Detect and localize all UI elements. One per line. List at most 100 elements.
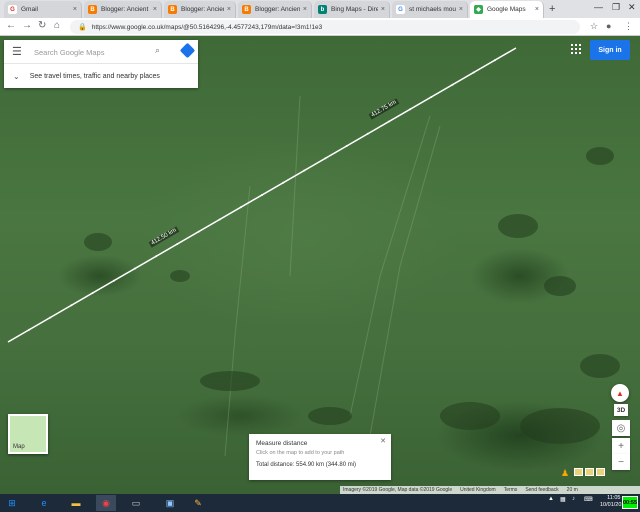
lock-icon: 🔒 (78, 24, 87, 31)
paint-icon[interactable]: ✎ (188, 495, 208, 511)
tab-title: Blogger: Ancient (101, 6, 149, 13)
path-tick (91, 292, 94, 294)
path-tick (218, 218, 221, 221)
browser-tab[interactable]: G Gmail × (4, 1, 82, 18)
search-icon[interactable]: ⌕ (155, 45, 160, 56)
browser-toolbar: ← → ↻ ⌂ 🔒 https://www.google.co.uk/maps/… (0, 18, 640, 36)
browser-tab[interactable]: ◆ Google Maps × (470, 1, 544, 18)
browser-tab[interactable]: B Blogger: Ancient × (238, 1, 312, 18)
path-tick (176, 243, 179, 245)
back-icon[interactable]: ← (6, 20, 16, 31)
browser-tab[interactable]: Gst michaels mou × (392, 1, 468, 18)
browser-tab[interactable]: b Bing Maps - Dire × (314, 1, 390, 18)
tab-close-icon[interactable]: × (535, 6, 539, 13)
shrub-patch (586, 147, 614, 165)
compass-icon[interactable]: ▲ (611, 384, 629, 402)
travel-times-toggle[interactable]: ⌄ See travel times, traffic and nearby p… (4, 64, 198, 88)
search-input[interactable] (34, 45, 149, 59)
shrub-patch (308, 407, 352, 425)
tab-title: Blogger: Ancient (181, 6, 224, 13)
terms-link[interactable]: Terms (504, 487, 518, 493)
ie-icon[interactable]: e (34, 495, 54, 511)
photos-icon[interactable]: ▣ (160, 495, 180, 511)
menu-icon[interactable]: ⋮ (624, 21, 633, 32)
path-tick (303, 169, 306, 172)
sign-in-button[interactable]: Sign in (590, 40, 630, 60)
browser-tab[interactable]: B Blogger: Ancient × (164, 1, 236, 18)
zoom-out-button[interactable]: − (612, 454, 630, 470)
apps-grid-icon[interactable] (571, 44, 581, 54)
tab-close-icon[interactable]: × (73, 6, 77, 13)
path-tick (366, 132, 369, 135)
star-icon[interactable]: ☆ (590, 21, 598, 32)
file-explorer-icon[interactable]: ▬ (66, 495, 86, 511)
track-line (349, 115, 431, 417)
shrub-patch (498, 214, 538, 238)
tab-close-icon[interactable]: × (227, 6, 231, 13)
close-icon[interactable]: ✕ (380, 437, 386, 445)
path-tick (197, 230, 200, 233)
map-attribution: Imagery ©2019 Google, Map data ©2019 Goo… (340, 486, 640, 494)
map-layer-label: Map (13, 444, 25, 450)
tab-favicon-icon: b (318, 5, 327, 14)
path-tick (261, 194, 263, 196)
app-icon[interactable]: ▭ (126, 495, 146, 511)
maximize-icon[interactable]: ❐ (612, 2, 620, 13)
start-icon[interactable]: ⊞ (2, 495, 22, 511)
imagery-thumbnails[interactable] (574, 468, 605, 476)
region-label[interactable]: United Kingdom (460, 487, 496, 493)
close-window-icon[interactable]: ✕ (628, 2, 636, 13)
total-distance: Total distance: 554.90 km (344.80 mi) (256, 462, 357, 468)
shrub-patch (84, 233, 112, 251)
reload-icon[interactable]: ↻ (38, 20, 46, 31)
tab-title: Blogger: Ancient (255, 6, 300, 13)
tab-title: st michaels mou (409, 6, 456, 13)
measure-title: Measure distance (256, 440, 308, 447)
path-tick (430, 96, 433, 98)
tab-close-icon[interactable]: × (153, 6, 157, 13)
taskbar: ⊞ e ▬ ◉ ▭ ▣ ✎ ▲ ▦ ♪ ⌨ 11:05 10/01/2019 0… (0, 494, 640, 512)
new-tab-button[interactable]: + (549, 3, 555, 15)
path-tick (282, 181, 285, 184)
shrub-patch (544, 276, 576, 296)
map-overlay (7, 47, 620, 457)
view-3d-button[interactable]: 3D (614, 404, 628, 416)
path-tick (472, 71, 475, 74)
tab-favicon-icon: B (242, 5, 251, 14)
tray-arrow-icon[interactable]: ▲ (548, 496, 554, 502)
tab-close-icon[interactable]: × (303, 6, 307, 13)
track-line (224, 185, 251, 457)
overtime-badge[interactable]: 00:55 (622, 496, 638, 509)
chrome-icon[interactable]: ◉ (96, 495, 116, 511)
forward-icon[interactable]: → (22, 20, 32, 31)
zoom-in-button[interactable]: + (612, 438, 630, 454)
keyboard-icon[interactable]: ⌨ (584, 496, 593, 503)
shrub-patch (520, 408, 600, 444)
tab-close-icon[interactable]: × (459, 6, 463, 13)
address-bar[interactable]: 🔒 https://www.google.co.uk/maps/@50.5164… (70, 20, 580, 34)
track-line (369, 125, 441, 437)
network-icon[interactable]: ▦ (560, 496, 566, 503)
browser-tab[interactable]: B Blogger: Ancient × (84, 1, 162, 18)
hamburger-menu-icon[interactable]: ☰ (12, 45, 22, 58)
minimize-icon[interactable]: — (594, 2, 603, 12)
tab-close-icon[interactable]: × (381, 6, 385, 13)
tab-favicon-icon: ◆ (474, 5, 483, 14)
tab-strip: G Gmail × B Blogger: Ancient × B Blogger: Ancie… (0, 0, 640, 18)
travel-times-label: See travel times, traffic and nearby pla… (29, 72, 160, 80)
directions-icon[interactable] (179, 42, 196, 59)
map-layer-toggle[interactable]: Map (8, 414, 48, 454)
satellite-map[interactable]: 412.50 km 412.75 km ☰ ⌕ ⌄ See travel tim… (0, 36, 640, 494)
account-icon[interactable]: ● (606, 21, 611, 31)
measure-distance-card: Measure distance Click on the map to add… (249, 434, 391, 480)
pegman-icon[interactable]: ♟ (561, 468, 569, 479)
scale-label[interactable]: 20 m (567, 487, 578, 493)
home-icon[interactable]: ⌂ (54, 20, 60, 31)
measure-hint: Click on the map to add to your path (256, 450, 345, 456)
feedback-link[interactable]: Send feedback (525, 487, 558, 493)
tab-title: Gmail (21, 6, 38, 13)
path-tick (28, 328, 31, 331)
my-location-icon[interactable]: ◎ (612, 420, 630, 436)
shrub-patch (170, 270, 190, 282)
volume-icon[interactable]: ♪ (572, 496, 575, 502)
